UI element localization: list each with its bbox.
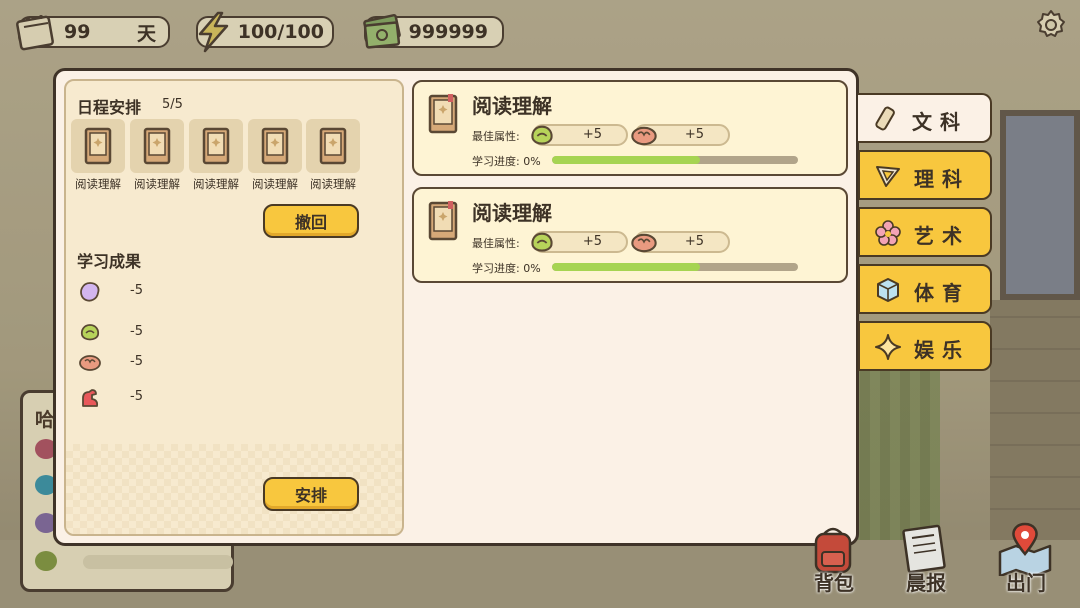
brain-icon [631,233,657,253]
attr-value: +5 [684,234,704,249]
day-counter: 99 天 [16,15,170,51]
schedule-panel: 日程安排 5/5 阅读理解 阅读理解 阅读理解 阅读理解 阅读理解 撤回 学习成… [64,79,404,536]
result-value: -5 [130,324,143,339]
tab-label: 理科 [914,167,970,191]
energy-counter: 100/100 [196,11,334,53]
schedule-slot[interactable]: 阅读理解 [129,119,185,191]
attr-pill: +5 [631,124,730,146]
cube-icon [877,278,899,302]
slot-label: 阅读理解 [310,177,356,191]
stat-bar [83,555,233,569]
go-out-button[interactable]: 出门 [990,522,1062,598]
schedule-slot[interactable]: 阅读理解 [70,119,126,191]
tab-label: 娱乐 [914,338,970,362]
money-stack-icon [363,14,401,49]
tab-art[interactable]: 艺术 [858,207,992,257]
star-icon [875,334,901,360]
result-row: -5 [78,351,198,375]
green-cabbage-icon [80,324,100,341]
best-attr-label: 最佳属性: [472,130,520,143]
best-attr-label: 最佳属性: [472,237,520,250]
energy-value: 100/100 [237,21,324,43]
undo-button[interactable]: 撤回 [263,204,359,238]
book-icon [202,127,230,165]
triangle-ruler-icon [876,166,900,187]
backpack-button[interactable]: 背包 [798,522,870,598]
course-title: 阅读理解 [472,201,552,225]
schedule-count: 5/5 [162,97,183,112]
go-out-label: 出门 [1006,571,1046,595]
progress-label: 学习进度: 0% [472,155,541,168]
morning-paper-label: 晨报 [906,571,946,595]
money-value: 999999 [408,21,488,43]
tab-science[interactable]: 理科 [858,150,992,200]
muscle-arm-icon [82,389,99,407]
tab-entertainment[interactable]: 娱乐 [858,321,992,371]
brain-icon [631,126,657,146]
tab-label: 艺术 [914,224,970,248]
book-icon [143,127,171,165]
slot-label: 阅读理解 [252,177,298,191]
attr-pill: +5 [531,231,628,253]
attr-value: +5 [582,234,602,249]
green-stat-icon [35,551,57,571]
purple-blob-icon [80,282,100,302]
course-title: 阅读理解 [472,94,552,118]
calendar-icon [16,15,54,51]
money-counter: 999999 [363,14,504,49]
progress-bar [552,156,798,164]
tab-liberal-arts[interactable]: 文科 [858,93,992,143]
green-cabbage-icon [531,232,553,252]
attr-pill: +5 [631,231,730,253]
result-row: -5 [78,321,198,345]
slot-label: 阅读理解 [193,177,239,191]
course-card[interactable]: 阅读理解 最佳属性: +5 +5 学习进度: 0% [412,80,848,176]
schedule-slot[interactable]: 阅读理解 [188,119,244,191]
day-unit: 天 [136,22,156,45]
slot-label: 阅读理解 [75,177,121,191]
result-row: -5 [78,280,198,304]
book-icon [261,127,289,165]
book-icon [428,94,458,134]
book-icon [319,127,347,165]
lightning-icon [198,11,229,53]
attr-value: +5 [582,127,602,142]
progress-label: 学习进度: 0% [472,262,541,275]
tab-label: 文科 [912,110,968,134]
results-title: 学习成果 [77,252,142,271]
schedule-slot[interactable]: 阅读理解 [247,119,303,191]
tab-label: 体育 [914,281,970,305]
settings-gear-icon[interactable] [1034,8,1068,42]
slot-label: 阅读理解 [134,177,180,191]
schedule-slot[interactable]: 阅读理解 [305,119,361,191]
scroll-icon [875,106,895,131]
result-value: -5 [130,354,143,369]
course-card[interactable]: 阅读理解 最佳属性: +5 +5 学习进度: 0% [412,187,848,283]
course-selection-dialog: 日程安排 5/5 阅读理解 阅读理解 阅读理解 阅读理解 阅读理解 撤回 学习成… [53,68,859,546]
schedule-title: 日程安排 [77,98,142,117]
brain-icon [79,355,101,371]
tab-sports[interactable]: 体育 [858,264,992,314]
attr-pill: +5 [531,124,628,146]
green-cabbage-icon [531,125,553,145]
arrange-button[interactable]: 安排 [263,477,359,511]
book-icon [428,201,458,241]
attr-value: +5 [684,127,704,142]
progress-bar [552,263,798,271]
result-row: -5 [78,386,198,410]
character-name: 哈 [35,409,55,431]
result-value: -5 [130,283,143,298]
day-value: 99 [64,21,91,43]
book-icon [84,127,112,165]
backpack-label: 背包 [814,571,854,595]
result-value: -5 [130,389,143,404]
morning-paper-button[interactable]: 晨报 [890,522,962,598]
flower-icon [875,220,901,246]
